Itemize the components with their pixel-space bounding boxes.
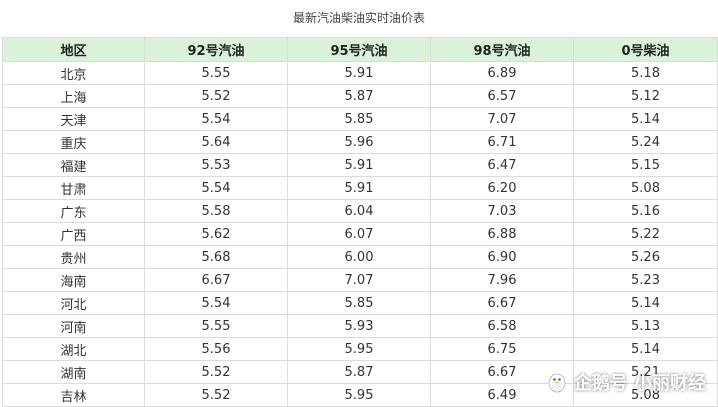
cell-price-92: 5.52 <box>144 84 288 108</box>
cell-price-92: 5.54 <box>144 291 288 315</box>
header-0-diesel: 0号柴油 <box>573 37 718 62</box>
cell-price-92: 5.68 <box>144 245 288 269</box>
cell-price-diesel: 5.26 <box>573 245 718 269</box>
header-region: 地区 <box>2 37 145 62</box>
cell-price-92: 5.64 <box>144 130 288 154</box>
cell-price-diesel: 5.13 <box>573 314 718 338</box>
cell-price-95: 5.91 <box>287 176 431 200</box>
watermark: 企鹅号 小丽财经 <box>546 368 706 396</box>
cell-price-98: 7.03 <box>430 199 574 223</box>
cell-price-diesel: 5.15 <box>573 153 718 177</box>
penguin-icon <box>548 373 566 393</box>
cell-price-95: 5.85 <box>287 291 431 315</box>
cell-region: 重庆 <box>2 130 145 154</box>
cell-price-diesel: 5.23 <box>573 268 718 292</box>
watermark-text: 企鹅号 小丽财经 <box>573 373 706 394</box>
cell-region: 上海 <box>2 84 145 108</box>
cell-region: 湖北 <box>2 337 145 361</box>
table-row: 广东 5.58 6.04 7.03 5.16 <box>2 199 718 223</box>
cell-price-diesel: 5.22 <box>573 222 718 246</box>
cell-price-92: 5.52 <box>144 383 288 407</box>
cell-region: 广西 <box>2 222 145 246</box>
cell-region: 甘肃 <box>2 176 145 200</box>
cell-region: 福建 <box>2 153 145 177</box>
cell-price-98: 6.47 <box>430 153 574 177</box>
cell-price-92: 5.55 <box>144 314 288 338</box>
cell-price-92: 6.67 <box>144 268 288 292</box>
cell-price-98: 6.90 <box>430 245 574 269</box>
cell-price-98: 7.96 <box>430 268 574 292</box>
cell-price-98: 6.57 <box>430 84 574 108</box>
cell-price-diesel: 5.12 <box>573 84 718 108</box>
cell-price-92: 5.58 <box>144 199 288 223</box>
table-row: 福建 5.53 5.91 6.47 5.15 <box>2 153 718 177</box>
cell-price-92: 5.55 <box>144 61 288 85</box>
cell-price-95: 5.91 <box>287 61 431 85</box>
cell-price-95: 6.07 <box>287 222 431 246</box>
fuel-price-table: 地区 92号汽油 95号汽油 98号汽油 0号柴油 北京 5.55 5.91 6.89… <box>2 37 718 407</box>
cell-price-95: 5.85 <box>287 107 431 131</box>
cell-region: 湖南 <box>2 360 145 384</box>
cell-price-diesel: 5.14 <box>573 337 718 361</box>
cell-price-diesel: 5.18 <box>573 61 718 85</box>
cell-price-98: 6.71 <box>430 130 574 154</box>
cell-price-95: 5.96 <box>287 130 431 154</box>
cell-price-95: 5.93 <box>287 314 431 338</box>
table-body: 北京 5.55 5.91 6.89 5.18 上海 5.52 5.87 6.57 5.12 天津 5.… <box>2 61 718 407</box>
table-caption: 最新汽油柴油实时油价表 <box>292 11 425 25</box>
cell-price-diesel: 5.24 <box>573 130 718 154</box>
cell-price-98: 6.75 <box>430 337 574 361</box>
cell-region: 贵州 <box>2 245 145 269</box>
cell-price-95: 7.07 <box>287 268 431 292</box>
cell-region: 吉林 <box>2 383 145 407</box>
cell-price-92: 5.52 <box>144 360 288 384</box>
cell-price-95: 5.91 <box>287 153 431 177</box>
cell-price-92: 5.56 <box>144 337 288 361</box>
cell-region: 河南 <box>2 314 145 338</box>
cell-region: 河北 <box>2 291 145 315</box>
table-row: 北京 5.55 5.91 6.89 5.18 <box>2 61 718 85</box>
cell-price-98: 6.20 <box>430 176 574 200</box>
cell-region: 北京 <box>2 61 145 85</box>
table-row: 上海 5.52 5.87 6.57 5.12 <box>2 84 718 108</box>
table-row: 广西 5.62 6.07 6.88 5.22 <box>2 222 718 246</box>
table-row: 河南 5.55 5.93 6.58 5.13 <box>2 314 718 338</box>
header-95-gasoline: 95号汽油 <box>287 37 431 62</box>
cell-region: 海南 <box>2 268 145 292</box>
cell-price-92: 5.54 <box>144 176 288 200</box>
table-row: 海南 6.67 7.07 7.96 5.23 <box>2 268 718 292</box>
cell-region: 广东 <box>2 199 145 223</box>
cell-price-95: 6.00 <box>287 245 431 269</box>
cell-price-92: 5.54 <box>144 107 288 131</box>
cell-price-diesel: 5.14 <box>573 107 718 131</box>
table-row: 天津 5.54 5.85 7.07 5.14 <box>2 107 718 131</box>
cell-price-98: 6.89 <box>430 61 574 85</box>
table-row: 贵州 5.68 6.00 6.90 5.26 <box>2 245 718 269</box>
table-row: 河北 5.54 5.85 6.67 5.14 <box>2 291 718 315</box>
cell-price-98: 6.88 <box>430 222 574 246</box>
table-row: 甘肃 5.54 5.91 6.20 5.08 <box>2 176 718 200</box>
table-header-row: 地区 92号汽油 95号汽油 98号汽油 0号柴油 <box>2 37 718 62</box>
cell-price-95: 6.04 <box>287 199 431 223</box>
table-row: 重庆 5.64 5.96 6.71 5.24 <box>2 130 718 154</box>
cell-price-95: 5.87 <box>287 360 431 384</box>
header-92-gasoline: 92号汽油 <box>144 37 288 62</box>
cell-price-98: 7.07 <box>430 107 574 131</box>
cell-region: 天津 <box>2 107 145 131</box>
cell-price-95: 5.95 <box>287 383 431 407</box>
cell-price-98: 6.58 <box>430 314 574 338</box>
cell-price-diesel: 5.14 <box>573 291 718 315</box>
cell-price-92: 5.62 <box>144 222 288 246</box>
cell-price-diesel: 5.16 <box>573 199 718 223</box>
cell-price-diesel: 5.08 <box>573 176 718 200</box>
cell-price-95: 5.95 <box>287 337 431 361</box>
header-98-gasoline: 98号汽油 <box>430 37 574 62</box>
table-row: 湖北 5.56 5.95 6.75 5.14 <box>2 337 718 361</box>
cell-price-92: 5.53 <box>144 153 288 177</box>
cell-price-95: 5.87 <box>287 84 431 108</box>
cell-price-98: 6.67 <box>430 291 574 315</box>
